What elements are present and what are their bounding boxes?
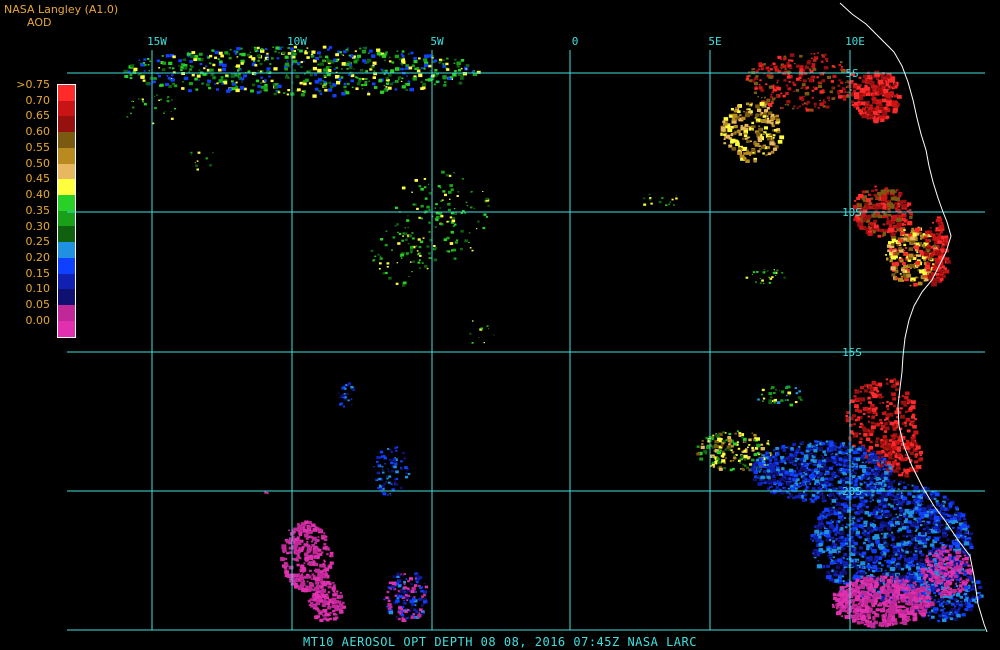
longitude-label: 15W (147, 35, 167, 48)
aod-pixel-cluster (757, 385, 803, 407)
aod-pixel-cluster (338, 382, 355, 408)
aod-pixel-cluster (123, 45, 481, 98)
longitude-label: 5E (708, 35, 721, 48)
footer-caption: MT10 AEROSOL OPT DEPTH 08 08, 2016 07:45… (303, 635, 697, 649)
longitude-label: 10E (845, 35, 865, 48)
aod-pixel-cluster (469, 320, 495, 344)
aod-pixel-cluster (394, 170, 490, 262)
latitude-label: 20S (842, 485, 862, 498)
aod-pixel-cluster (190, 151, 214, 171)
aod-map: 15W 10W 5W 0 5E 10E 5S 10S 15S 20S (67, 2, 988, 633)
longitude-label: 10W (287, 35, 307, 48)
aod-pixel-cluster (643, 193, 678, 206)
aod-pixel-cluster (126, 94, 177, 125)
longitude-label: 5W (430, 35, 444, 48)
aod-pixel-cluster (373, 446, 411, 496)
aod-pixel-cluster (280, 520, 334, 593)
latitude-label: 15S (842, 346, 862, 359)
aod-pixel-cluster (745, 269, 786, 284)
aerosol-retrievals (123, 45, 984, 629)
aod-pixel-cluster (307, 580, 346, 622)
aod-pixel-cluster (720, 102, 785, 163)
aod-pixel-cluster (383, 572, 429, 622)
latitude-label: 10S (842, 206, 862, 219)
latitude-label: 5S (845, 67, 858, 80)
longitude-label: 0 (572, 35, 579, 48)
